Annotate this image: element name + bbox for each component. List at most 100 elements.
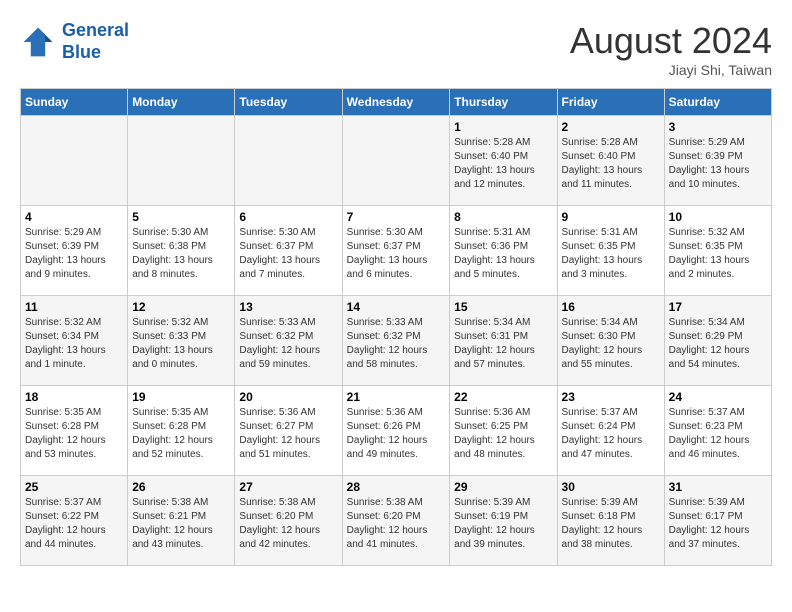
calendar-cell: 14 Sunrise: 5:33 AM Sunset: 6:32 PM Dayli… <box>342 296 450 386</box>
day-number: 5 <box>132 210 230 224</box>
calendar-cell: 2Sunrise: 5:28 AM Sunset: 6:40 PM Daylig… <box>557 116 664 206</box>
day-number: 13 <box>239 300 337 314</box>
calendar-cell: 19 Sunrise: 5:35 AM Sunset: 6:28 PM Dayli… <box>128 386 235 476</box>
calendar-cell: 30Sunrise: 5:39 AM Sunset: 6:18 PM Dayli… <box>557 476 664 566</box>
day-info: Sunrise: 5:36 AM Sunset: 6:25 PM Dayligh… <box>454 406 552 462</box>
calendar-cell: 8 Sunrise: 5:31 AM Sunset: 6:36 PM Daylig… <box>450 206 557 296</box>
day-info: Sunrise: 5:34 AM Sunset: 6:29 PM Dayligh… <box>669 316 767 372</box>
day-info: Sunrise: 5:28 AM Sunset: 6:40 PM Dayligh… <box>562 136 660 192</box>
header-sunday: Sunday <box>21 89 128 116</box>
day-number: 20 <box>239 390 337 404</box>
day-info: Sunrise: 5:31 AM Sunset: 6:36 PM Dayligh… <box>454 226 552 282</box>
day-number: 26 <box>132 480 230 494</box>
day-info: Sunrise: 5:38 AM Sunset: 6:20 PM Dayligh… <box>239 496 337 552</box>
header-tuesday: Tuesday <box>235 89 342 116</box>
day-number: 12 <box>132 300 230 314</box>
calendar-week-row: 4 Sunrise: 5:29 AM Sunset: 6:39 PM Daylig… <box>21 206 772 296</box>
day-number: 24 <box>669 390 767 404</box>
day-number: 28 <box>347 480 446 494</box>
day-info: Sunrise: 5:36 AM Sunset: 6:27 PM Dayligh… <box>239 406 337 462</box>
calendar-cell: 17 Sunrise: 5:34 AM Sunset: 6:29 PM Dayli… <box>664 296 771 386</box>
day-info: Sunrise: 5:32 AM Sunset: 6:35 PM Dayligh… <box>669 226 767 282</box>
calendar-cell: 21Sunrise: 5:36 AM Sunset: 6:26 PM Dayli… <box>342 386 450 476</box>
day-number: 22 <box>454 390 552 404</box>
day-info: Sunrise: 5:39 AM Sunset: 6:19 PM Dayligh… <box>454 496 552 552</box>
day-info: Sunrise: 5:32 AM Sunset: 6:34 PM Dayligh… <box>25 316 123 372</box>
header-saturday: Saturday <box>664 89 771 116</box>
calendar-cell: 28 Sunrise: 5:38 AM Sunset: 6:20 PM Dayli… <box>342 476 450 566</box>
calendar-cell <box>342 116 450 206</box>
calendar-week-row: 11 Sunrise: 5:32 AM Sunset: 6:34 PM Dayli… <box>21 296 772 386</box>
day-number: 21 <box>347 390 446 404</box>
day-info: Sunrise: 5:29 AM Sunset: 6:39 PM Dayligh… <box>669 136 767 192</box>
logo-line1: General <box>62 20 129 40</box>
calendar-cell: 27 Sunrise: 5:38 AM Sunset: 6:20 PM Dayli… <box>235 476 342 566</box>
calendar-cell: 9 Sunrise: 5:31 AM Sunset: 6:35 PM Daylig… <box>557 206 664 296</box>
calendar-cell <box>21 116 128 206</box>
calendar-cell: 18Sunrise: 5:35 AM Sunset: 6:28 PM Dayli… <box>21 386 128 476</box>
day-info: Sunrise: 5:33 AM Sunset: 6:32 PM Dayligh… <box>239 316 337 372</box>
day-number: 17 <box>669 300 767 314</box>
calendar-cell: 20 Sunrise: 5:36 AM Sunset: 6:27 PM Dayli… <box>235 386 342 476</box>
calendar-cell: 12Sunrise: 5:32 AM Sunset: 6:33 PM Dayli… <box>128 296 235 386</box>
day-number: 4 <box>25 210 123 224</box>
calendar-cell: 3Sunrise: 5:29 AM Sunset: 6:39 PM Daylig… <box>664 116 771 206</box>
calendar-cell: 25 Sunrise: 5:37 AM Sunset: 6:22 PM Dayli… <box>21 476 128 566</box>
day-info: Sunrise: 5:31 AM Sunset: 6:35 PM Dayligh… <box>562 226 660 282</box>
day-number: 10 <box>669 210 767 224</box>
calendar-cell: 26Sunrise: 5:38 AM Sunset: 6:21 PM Dayli… <box>128 476 235 566</box>
day-info: Sunrise: 5:30 AM Sunset: 6:37 PM Dayligh… <box>347 226 446 282</box>
day-number: 31 <box>669 480 767 494</box>
calendar-cell: 24 Sunrise: 5:37 AM Sunset: 6:23 PM Dayli… <box>664 386 771 476</box>
logo-icon <box>20 24 56 60</box>
day-number: 14 <box>347 300 446 314</box>
calendar-cell <box>235 116 342 206</box>
day-info: Sunrise: 5:39 AM Sunset: 6:17 PM Dayligh… <box>669 496 767 552</box>
calendar-week-row: 18Sunrise: 5:35 AM Sunset: 6:28 PM Dayli… <box>21 386 772 476</box>
day-info: Sunrise: 5:34 AM Sunset: 6:30 PM Dayligh… <box>562 316 660 372</box>
header-monday: Monday <box>128 89 235 116</box>
logo-line2: Blue <box>62 42 101 62</box>
calendar-cell: 11 Sunrise: 5:32 AM Sunset: 6:34 PM Dayli… <box>21 296 128 386</box>
header-wednesday: Wednesday <box>342 89 450 116</box>
day-number: 9 <box>562 210 660 224</box>
calendar-cell: 1 Sunrise: 5:28 AM Sunset: 6:40 PM Daylig… <box>450 116 557 206</box>
day-number: 7 <box>347 210 446 224</box>
calendar-table: SundayMondayTuesdayWednesdayThursdayFrid… <box>20 88 772 566</box>
day-info: Sunrise: 5:30 AM Sunset: 6:37 PM Dayligh… <box>239 226 337 282</box>
day-number: 8 <box>454 210 552 224</box>
day-number: 15 <box>454 300 552 314</box>
day-info: Sunrise: 5:35 AM Sunset: 6:28 PM Dayligh… <box>132 406 230 462</box>
day-number: 6 <box>239 210 337 224</box>
logo-text: General Blue <box>62 20 129 63</box>
calendar-cell: 29Sunrise: 5:39 AM Sunset: 6:19 PM Dayli… <box>450 476 557 566</box>
day-info: Sunrise: 5:39 AM Sunset: 6:18 PM Dayligh… <box>562 496 660 552</box>
title-block: August 2024 Jiayi Shi, Taiwan <box>570 20 772 78</box>
day-info: Sunrise: 5:33 AM Sunset: 6:32 PM Dayligh… <box>347 316 446 372</box>
day-number: 27 <box>239 480 337 494</box>
calendar-cell: 31 Sunrise: 5:39 AM Sunset: 6:17 PM Dayli… <box>664 476 771 566</box>
day-info: Sunrise: 5:38 AM Sunset: 6:20 PM Dayligh… <box>347 496 446 552</box>
day-info: Sunrise: 5:37 AM Sunset: 6:24 PM Dayligh… <box>562 406 660 462</box>
day-number: 16 <box>562 300 660 314</box>
day-number: 1 <box>454 120 552 134</box>
day-info: Sunrise: 5:37 AM Sunset: 6:22 PM Dayligh… <box>25 496 123 552</box>
calendar-cell: 6 Sunrise: 5:30 AM Sunset: 6:37 PM Daylig… <box>235 206 342 296</box>
calendar-cell: 7 Sunrise: 5:30 AM Sunset: 6:37 PM Daylig… <box>342 206 450 296</box>
day-info: Sunrise: 5:35 AM Sunset: 6:28 PM Dayligh… <box>25 406 123 462</box>
calendar-cell: 23Sunrise: 5:37 AM Sunset: 6:24 PM Dayli… <box>557 386 664 476</box>
day-info: Sunrise: 5:37 AM Sunset: 6:23 PM Dayligh… <box>669 406 767 462</box>
day-info: Sunrise: 5:29 AM Sunset: 6:39 PM Dayligh… <box>25 226 123 282</box>
day-number: 19 <box>132 390 230 404</box>
calendar-cell <box>128 116 235 206</box>
day-number: 11 <box>25 300 123 314</box>
calendar-cell: 22 Sunrise: 5:36 AM Sunset: 6:25 PM Dayli… <box>450 386 557 476</box>
logo: General Blue <box>20 20 129 63</box>
day-number: 25 <box>25 480 123 494</box>
day-info: Sunrise: 5:30 AM Sunset: 6:38 PM Dayligh… <box>132 226 230 282</box>
calendar-week-row: 25 Sunrise: 5:37 AM Sunset: 6:22 PM Dayli… <box>21 476 772 566</box>
day-info: Sunrise: 5:34 AM Sunset: 6:31 PM Dayligh… <box>454 316 552 372</box>
calendar-header-row: SundayMondayTuesdayWednesdayThursdayFrid… <box>21 89 772 116</box>
day-info: Sunrise: 5:28 AM Sunset: 6:40 PM Dayligh… <box>454 136 552 192</box>
header-friday: Friday <box>557 89 664 116</box>
